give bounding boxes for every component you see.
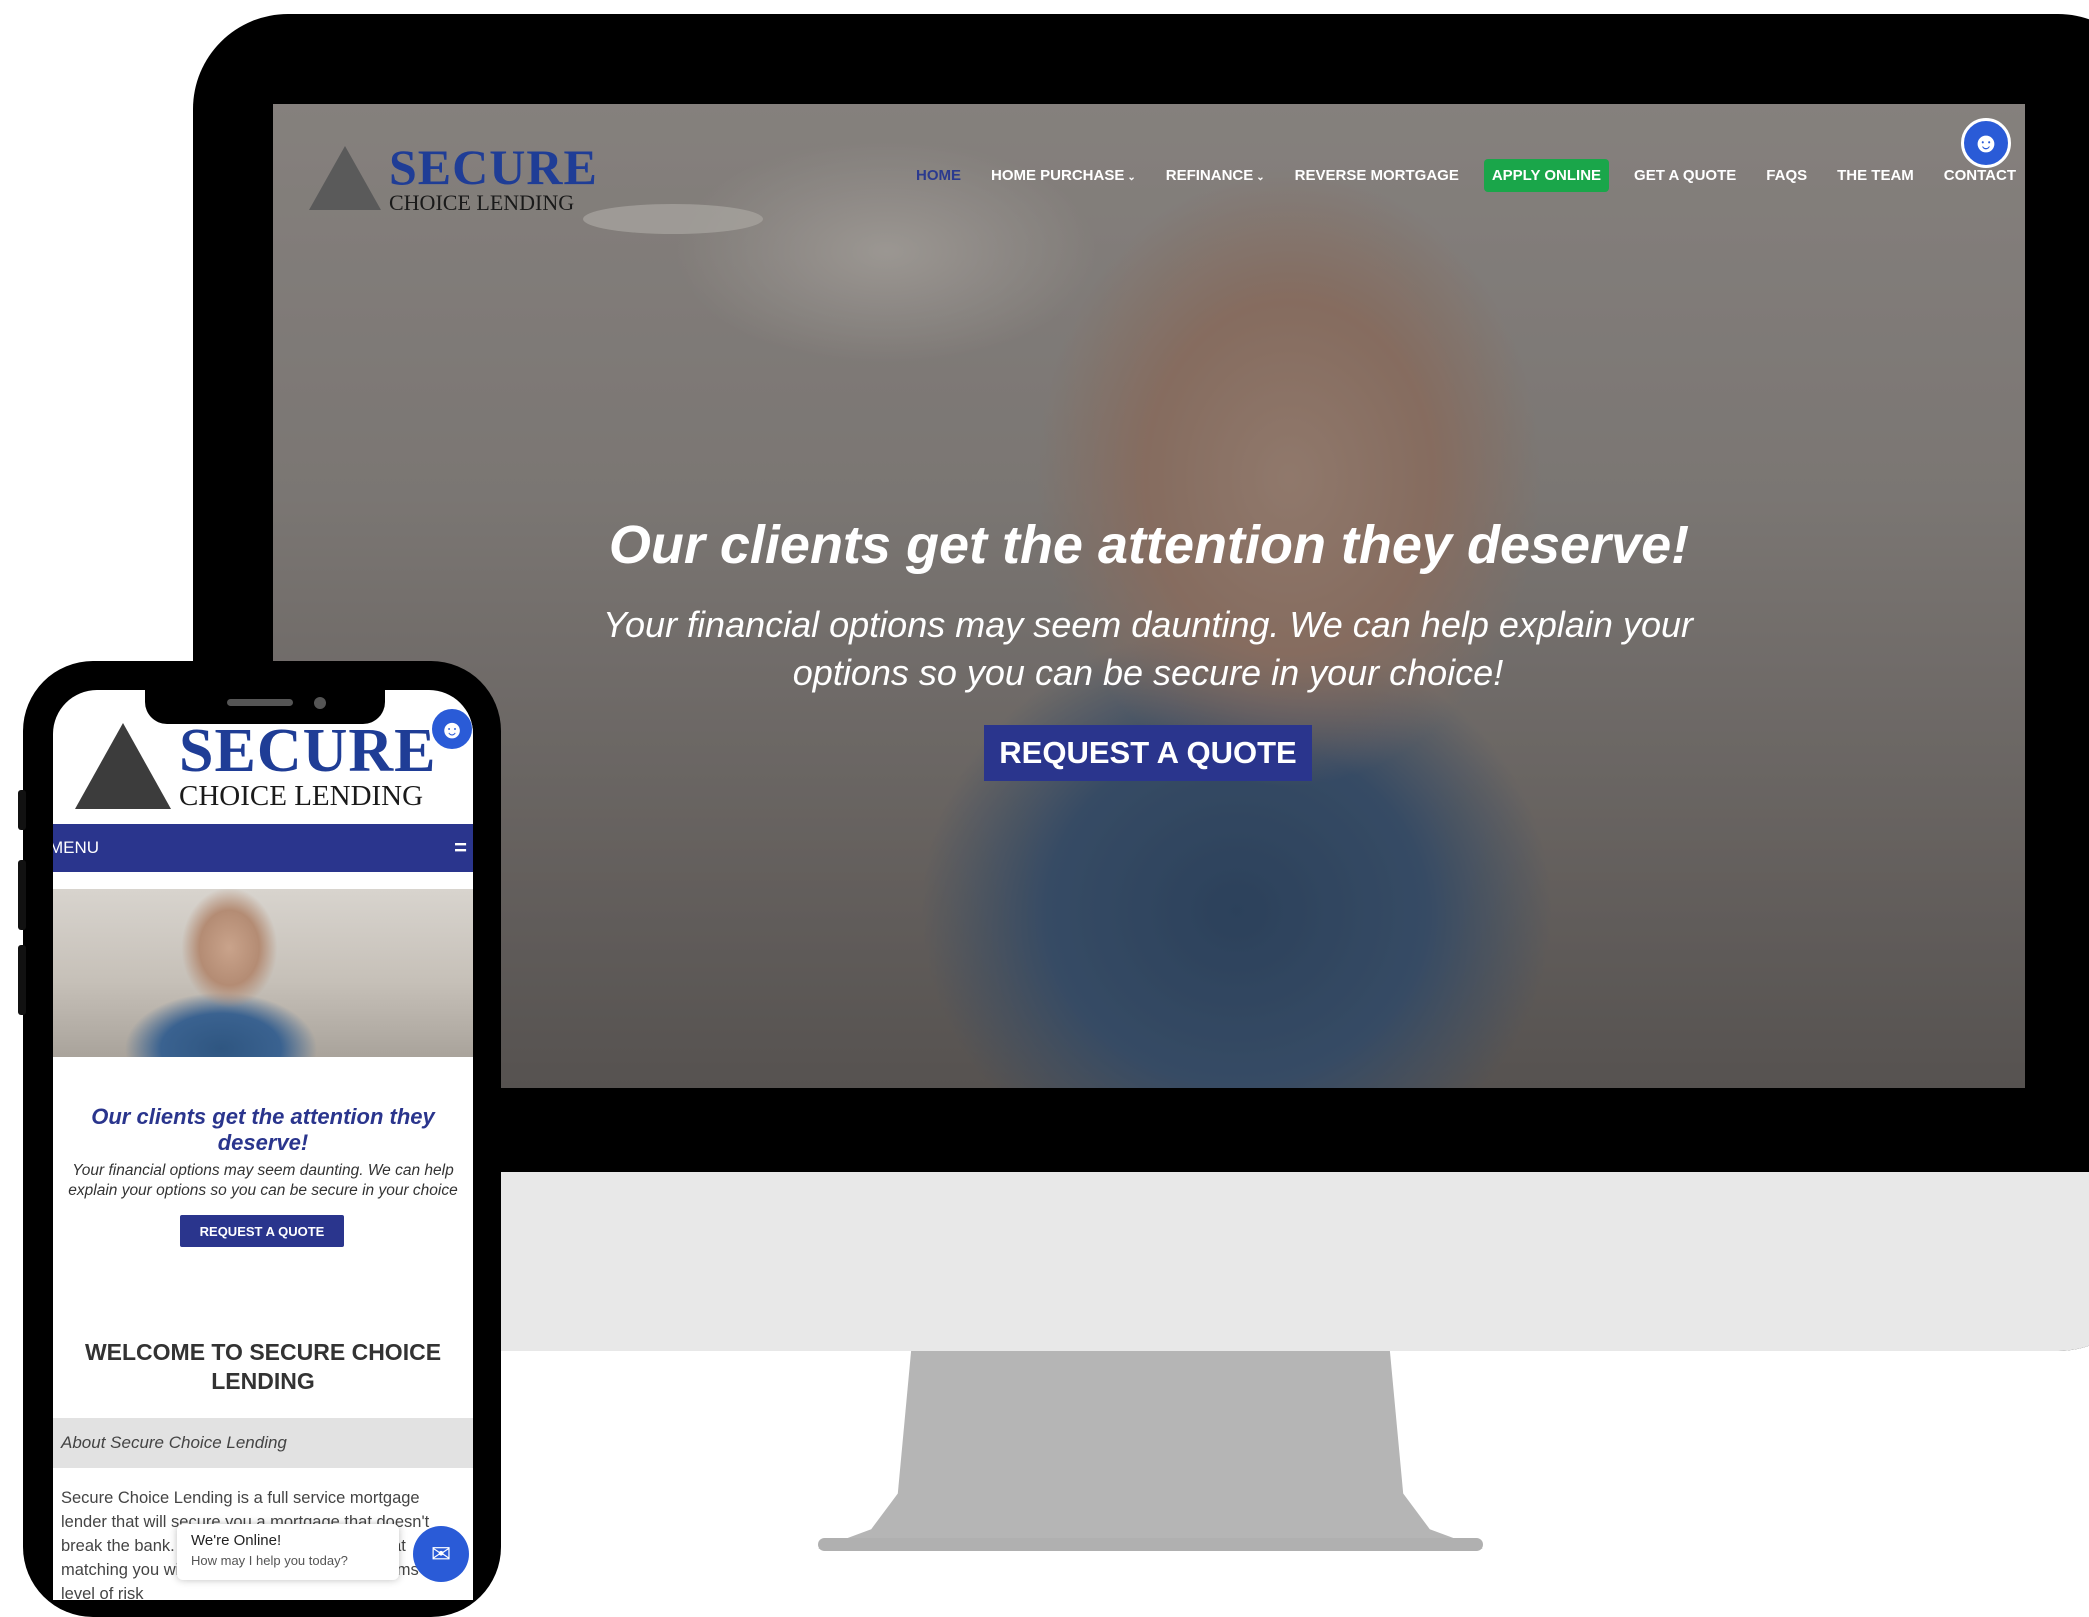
mobile-menu-bar[interactable]: MENU = [53,824,473,872]
mobile-hero-title: Our clients get the attention they deser… [91,1104,435,1155]
chevron-down-icon: ⌄ [1256,172,1265,183]
logo-choice-text: CHOICE LENDING [389,190,575,215]
mobile-screen: SECURE CHOICE LENDING ☻ MENU = Our clien… [53,690,473,1600]
mobile-hero-subtitle: Your financial options may seem daunting… [68,1162,458,1199]
logo-triangle-icon [309,146,381,210]
nav-home-purchase-label: HOME PURCHASE [991,167,1125,184]
chat-popup-title: We're Online! [191,1532,282,1549]
chat-popup[interactable]: We're Online! How may I help you today? [177,1524,399,1580]
welcome-heading: WELCOME TO SECURE CHOICE LENDING [84,1339,442,1394]
mobile-menu-label: MENU [53,838,100,857]
main-nav: HOME HOME PURCHASE ⌄ REFINANCE ⌄ REVERSE M… [901,159,2025,192]
site-logo[interactable]: SECURE CHOICE LENDING [309,142,598,214]
about-subheading: About Secure Choice Lending [53,1418,473,1468]
chat-bubble-icon[interactable]: ✉ [413,1526,469,1582]
phone-volume-down [18,945,26,1015]
nav-home[interactable]: HOME [901,159,976,192]
nav-refinance[interactable]: REFINANCE ⌄ [1151,159,1280,192]
logo-secure-text: SECURE [389,139,598,195]
nav-apply-online-button[interactable]: APPLY ONLINE [1483,159,1610,192]
logo-triangle-icon [75,722,171,809]
nav-reverse-mortgage[interactable]: REVERSE MORTGAGE [1280,159,1474,192]
nav-home-purchase[interactable]: HOME PURCHASE ⌄ [976,159,1151,192]
nav-faqs[interactable]: FAQS [1751,159,1822,192]
desktop-screen: SECURE CHOICE LENDING HOME HOME PURCHASE… [273,104,2025,1088]
phone-speaker [227,699,293,706]
mobile-hero-image [53,889,473,1057]
mobile-request-quote-button[interactable]: REQUEST A QUOTE [180,1215,344,1247]
accessibility-icon[interactable]: ☻ [429,706,473,752]
chat-popup-subtitle: How may I help you today? [191,1553,348,1568]
logo-choice-text: CHOICE LENDING [179,780,424,812]
hamburger-icon[interactable]: = [454,835,467,861]
phone-notch [145,690,385,724]
phone-mute-switch [18,790,26,830]
mobile-site-logo[interactable]: SECURE CHOICE LENDING [75,720,437,811]
phone-volume-up [18,860,26,930]
hero-overlay [273,104,2025,1088]
chevron-down-icon: ⌄ [1127,172,1136,183]
hero-subtitle: Your financial options may seem daunting… [603,604,1693,693]
phone-camera [314,697,326,709]
accessibility-icon[interactable]: ☻ [1961,118,2011,168]
request-quote-button[interactable]: REQUEST A QUOTE [984,725,1312,781]
monitor-stand-base [818,1538,1483,1551]
nav-refinance-label: REFINANCE [1165,167,1254,184]
nav-get-a-quote[interactable]: GET A QUOTE [1619,159,1751,192]
hero-title: Our clients get the attention they deser… [608,515,1690,575]
logo-secure-text: SECURE [179,717,437,785]
monitor-stand [818,1351,1483,1549]
nav-the-team[interactable]: THE TEAM [1822,159,1929,192]
